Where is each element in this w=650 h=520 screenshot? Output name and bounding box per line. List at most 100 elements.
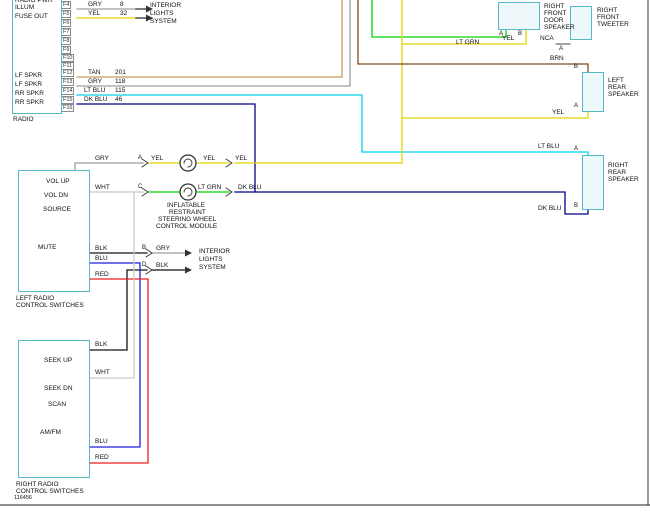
wire-color-label-lt-grn-door: LT GRN: [456, 39, 479, 46]
wire-color-label-yel-cs2: YEL: [203, 155, 215, 162]
pin-letter-tweeter-a: A: [559, 46, 563, 53]
wire-color-label-gry: GRY: [88, 1, 102, 8]
right-front-door-speaker-box: [498, 2, 540, 30]
left-rear-speaker-title-2: REAR: [608, 84, 626, 91]
wire-swc-gry: [75, 163, 143, 170]
switch-label-vol-up: VOL UP: [46, 178, 70, 185]
right-rear-speaker-title-3: SPEAKER: [608, 176, 639, 183]
wire-lf-spkr-tan: [77, 0, 342, 77]
radio-pin-f4: F4: [62, 1, 71, 9]
right-front-tweeter-box: [570, 6, 592, 40]
radio-pin-f13: F13: [62, 78, 74, 86]
right-switches-title-1: RIGHT RADIO: [16, 481, 59, 488]
wire-color-label-blk-right: BLK: [95, 341, 107, 348]
wire-color-label-yel-door: YEL: [502, 35, 514, 42]
clockspring-coil-icon: [180, 155, 196, 171]
wire-color-label-wht-right: WHT: [95, 369, 110, 376]
left-rear-speaker-title-1: LEFT: [608, 77, 624, 84]
radio-pin-f12: F12: [62, 69, 74, 77]
circuit-number-8: 8: [120, 1, 124, 8]
clockspring-module-title-1: INFLATABLE: [167, 202, 205, 209]
pin-letter-door-b: B: [518, 31, 522, 38]
wire-color-label-yel-left-rear: YEL: [552, 109, 564, 116]
door-speaker-title-4: SPEAKER: [544, 24, 575, 31]
tweeter-title-2: FRONT: [597, 14, 619, 21]
clockspring-coil-icon: [180, 184, 196, 200]
wire-color-label-wht-swc: WHT: [95, 184, 110, 191]
right-rear-speaker-title-2: REAR: [608, 169, 626, 176]
left-rear-speaker-box: [582, 72, 604, 112]
switch-label-source: SOURCE: [43, 206, 71, 213]
clockspring-module-title-3: STEERING WHEEL: [158, 216, 216, 223]
wire-color-label-dk-blu-right-rear: DK BLU: [538, 205, 561, 212]
wire-color-label-dk-blu-cs: DK BLU: [238, 184, 261, 191]
radio-terminal-lf-spkr-neg: LF SPKR: [15, 81, 42, 88]
wire-color-label-yel: YEL: [88, 10, 100, 17]
radio-pin-f10: F10: [62, 54, 74, 62]
radio-pin-f5: F5: [62, 10, 71, 18]
radio-box-title: RADIO: [13, 116, 34, 123]
wire-color-label-blk-out: BLK: [156, 262, 168, 269]
tweeter-title-1: RIGHT: [597, 7, 617, 14]
pin-letter-right-rear-b: B: [574, 203, 578, 210]
system-ref-interior-lights-mid-1: INTERIOR: [199, 248, 230, 255]
radio-pin-f6: F6: [62, 19, 71, 27]
pin-letter-left-rear-a: A: [574, 103, 578, 110]
system-ref-interior-lights-mid-3: SYSTEM: [199, 264, 226, 271]
door-speaker-title-2: FRONT: [544, 10, 566, 17]
system-ref-interior-lights-top-2: LIGHTS: [150, 10, 173, 17]
wire-color-label-yel-cs3: YEL: [235, 155, 247, 162]
wire-label-nca: NCA: [540, 35, 554, 42]
arrow-icon: [185, 267, 192, 274]
wire-door-spkr-lt-grn: [372, 0, 506, 37]
wire-rr-spkr-dk-blu-radio: [77, 104, 255, 192]
door-speaker-title-3: DOOR: [544, 17, 564, 24]
clockspring-module-title-4: CONTROL MODULE: [156, 223, 217, 230]
pin-letter-conn-b: B: [142, 245, 146, 252]
right-rear-speaker-title-1: RIGHT: [608, 162, 628, 169]
radio-terminal-rr-spkr-neg: RR SPKR: [15, 99, 44, 106]
pin-letter-clockspring-a: A: [138, 155, 142, 162]
wire-blu-bus: [90, 263, 140, 447]
pin-letter-clockspring-c: C: [138, 184, 142, 191]
wire-color-label-brn: BRN: [550, 55, 564, 62]
switch-label-mute: MUTE: [38, 244, 56, 251]
switch-label-seek-dn: SEEK DN: [44, 385, 73, 392]
wire-color-label-gry-118: GRY: [88, 78, 102, 85]
circuit-number-118: 118: [115, 78, 125, 85]
circuit-number-32: 32: [120, 10, 127, 17]
diagram-id: 116456: [14, 495, 32, 502]
wire-color-label-red-left: RED: [95, 271, 109, 278]
wire-color-label-lt-blu-right-rear: LT BLU: [538, 143, 559, 150]
pin-letter-right-rear-a: A: [574, 146, 578, 153]
radio-terminal-fuse-out: FUSE OUT: [15, 13, 48, 20]
left-switches-title-1: LEFT RADIO: [16, 295, 54, 302]
wire-color-label-blk-left: BLK: [95, 245, 107, 252]
switch-label-vol-dn: VOL DN: [44, 192, 68, 199]
door-speaker-title-1: RIGHT: [544, 3, 564, 10]
arrow-icon: [185, 250, 192, 257]
wire-color-label-lt-blu: LT BLU: [84, 87, 105, 94]
left-radio-control-switches-box: [18, 170, 90, 292]
tweeter-title-3: TWEETER: [597, 21, 629, 28]
wire-color-label-tan: TAN: [88, 69, 101, 76]
clockspring-module-title-2: RESTRAINT: [169, 209, 206, 216]
switch-label-scan: SCAN: [48, 401, 66, 408]
radio-pin-f14: F14: [62, 87, 74, 95]
radio-pin-f9: F9: [62, 46, 71, 54]
system-ref-interior-lights-mid-2: LIGHTS: [199, 256, 222, 263]
right-rear-speaker-box: [582, 155, 604, 210]
pin-letter-conn-d: D: [142, 262, 146, 269]
wire-color-label-dk-blu: DK BLU: [84, 96, 107, 103]
right-switches-title-2: CONTROL SWITCHES: [16, 488, 84, 495]
left-rear-speaker-title-3: SPEAKER: [608, 91, 639, 98]
radio-pin-f16: F16: [62, 104, 74, 112]
radio-pin-f7: F7: [62, 28, 71, 36]
wiring-diagram-page: RADIO PWRILLUMFUSE OUTLF SPKRLF SPKRRR S…: [0, 0, 650, 520]
switch-label-am-fm: AM/FM: [40, 429, 61, 436]
pin-letter-left-rear-b: B: [574, 64, 578, 71]
left-switches-title-2: CONTROL SWITCHES: [16, 302, 84, 309]
wire-right-pod-blk-bus: [90, 270, 147, 350]
radio-terminal-lf-spkr-pos: LF SPKR: [15, 72, 42, 79]
radio-pin-f15: F15: [62, 96, 74, 104]
